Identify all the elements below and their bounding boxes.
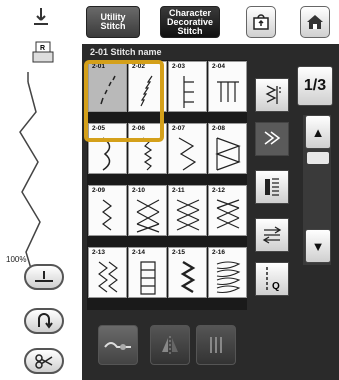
q-icon: Q: [266, 267, 280, 292]
stitch-length-button[interactable]: [255, 122, 289, 156]
reverse-icon: [38, 313, 53, 329]
needle-stop-icon: [35, 271, 53, 282]
tab-utility-stitch[interactable]: Utility Stitch: [86, 6, 140, 38]
stitch-cell-2-11[interactable]: 2-11: [168, 185, 207, 236]
stitch-cell-2-13[interactable]: 2-13: [88, 247, 127, 298]
scroll-down-button[interactable]: ▼: [305, 229, 331, 263]
zoom-level: 100%: [6, 255, 27, 264]
stitch-pattern-icon: [98, 261, 118, 293]
stitch-name-title: 2-01 Stitch name: [90, 47, 162, 57]
stitch-cell-2-15[interactable]: 2-15: [168, 247, 207, 298]
stitch-code: 2-16: [212, 249, 226, 256]
page-indicator: 1/3: [297, 66, 333, 106]
stitch-code: 2-11: [172, 187, 185, 194]
mirror-button[interactable]: [150, 325, 190, 365]
needle-mode-icon: [104, 342, 131, 350]
needle-position-icon: [30, 6, 52, 30]
stitch-bars-icon: [210, 337, 222, 353]
scroll-thumb[interactable]: [307, 152, 329, 164]
stitch-pattern-icon: [216, 199, 240, 229]
stitch-code: 2-07: [172, 125, 186, 132]
triangle-up-icon: ▲: [311, 124, 325, 140]
memory-pocket-icon: [253, 14, 269, 30]
stitch-code: 2-09: [92, 187, 106, 194]
stitch-cell-2-14[interactable]: 2-14: [128, 247, 167, 298]
memory-button[interactable]: [246, 6, 276, 38]
zigzag-width-icon: [265, 85, 281, 104]
stitch-cell-2-08[interactable]: 2-08: [208, 123, 247, 174]
stitch-code: 2-13: [92, 249, 106, 256]
stitch-code: 2-03: [172, 63, 186, 70]
stitch-pattern-icon: [217, 81, 239, 102]
thread-cutter-button[interactable]: [24, 348, 64, 374]
stitch-pattern-icon: [180, 260, 196, 294]
stitch-pattern-icon: [136, 199, 160, 233]
stitch-pattern-icon: [102, 199, 112, 231]
stitch-pattern-icon: [264, 131, 281, 145]
stitch-pattern-icon: [140, 261, 156, 295]
pattern-layout-button[interactable]: [255, 170, 289, 204]
threading-button[interactable]: [24, 308, 64, 334]
tab-character-decorative-stitch[interactable]: Character Decorative Stitch: [160, 6, 220, 38]
stitch-code: 2-10: [132, 187, 146, 194]
bar-stitch-button[interactable]: [196, 325, 236, 365]
tension-button[interactable]: [255, 218, 289, 252]
needle-down-button[interactable]: [24, 264, 64, 290]
twin-needle-button[interactable]: [98, 325, 138, 365]
stitch-code: 2-04: [212, 63, 226, 70]
stitch-code: 2-08: [212, 125, 226, 132]
scissors-icon: [35, 354, 53, 369]
mirror-zigzag-button[interactable]: [255, 78, 289, 112]
stitch-pattern-icon: [215, 137, 241, 171]
stitch-code: 2-15: [172, 249, 186, 256]
stitch-pattern-icon: [216, 261, 241, 294]
svg-text:R: R: [40, 45, 45, 52]
stitch-cell-2-07[interactable]: 2-07: [168, 123, 207, 174]
stitch-cell-2-04[interactable]: 2-04: [208, 61, 247, 112]
stitch-pattern-icon: [176, 199, 200, 231]
stitch-cell-2-10[interactable]: 2-10: [128, 185, 167, 236]
stitch-code: 2-14: [132, 249, 146, 256]
stitch-preview: [18, 72, 68, 273]
selection-highlight: [84, 60, 164, 142]
presser-foot-icon: R: [30, 40, 56, 66]
home-button[interactable]: [300, 6, 330, 38]
mirror-icon: [162, 336, 178, 354]
quarter-button[interactable]: Q: [255, 262, 289, 296]
stitch-code: 2-12: [212, 187, 226, 194]
home-icon: [307, 15, 323, 29]
stitch-cell-2-16[interactable]: 2-16: [208, 247, 247, 298]
stitch-pattern-icon: [178, 137, 197, 171]
svg-text:Q: Q: [272, 281, 280, 292]
stitch-cell-2-12[interactable]: 2-12: [208, 185, 247, 236]
pattern-columns-icon: [265, 178, 279, 196]
stitch-cell-2-03[interactable]: 2-03: [168, 61, 207, 112]
stitch-pattern-icon: [183, 76, 194, 108]
triangle-down-icon: ▼: [311, 238, 325, 254]
stitch-cell-2-09[interactable]: 2-09: [88, 185, 127, 236]
thread-tension-icon: [262, 226, 282, 244]
scroll-up-button[interactable]: ▲: [305, 115, 331, 149]
